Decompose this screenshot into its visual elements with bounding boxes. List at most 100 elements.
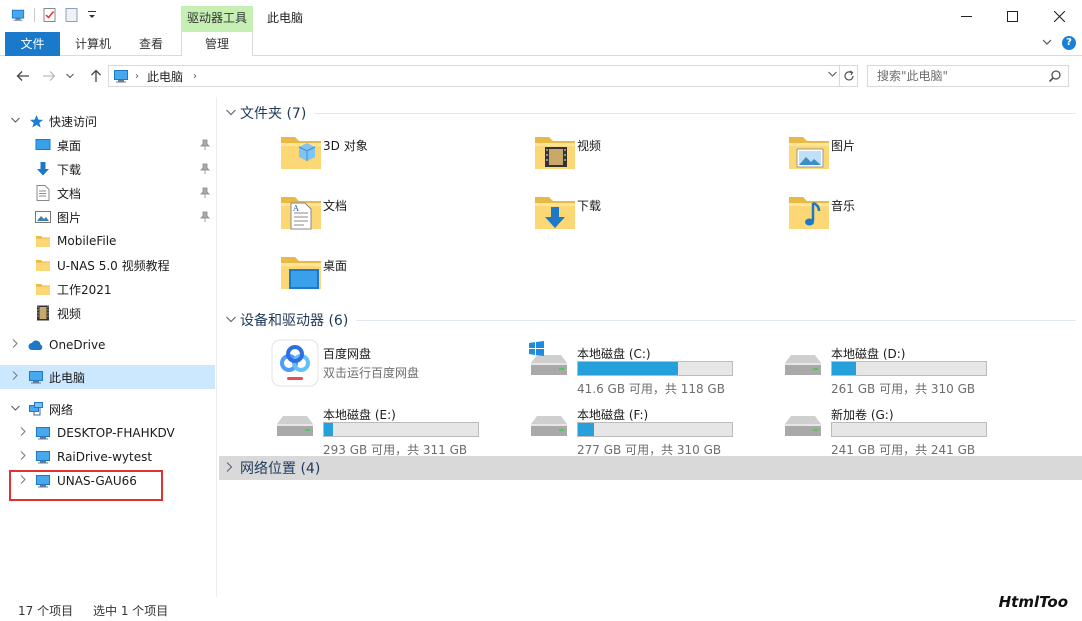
- system-drive-icon: [529, 341, 573, 387]
- sidebar-item-work-2021[interactable]: 工作2021: [0, 277, 215, 301]
- collapse-chevron-icon[interactable]: [226, 108, 238, 119]
- collapse-chevron-icon[interactable]: [226, 315, 238, 326]
- sidebar-item-documents[interactable]: 文档: [0, 181, 215, 205]
- minimize-button[interactable]: [943, 0, 989, 32]
- drive-usage-fill: [578, 423, 595, 436]
- app-baidu-netdisk[interactable]: 百度网盘 双击运行百度网盘: [271, 339, 521, 395]
- sidebar-item-label: U-NAS 5.0 视频教程: [57, 258, 170, 273]
- expand-chevron-icon[interactable]: [10, 339, 20, 351]
- cloud-icon: [28, 337, 44, 353]
- group-header-devices[interactable]: 设备和驱动器 (6): [219, 308, 1082, 332]
- computer-icon: [35, 425, 51, 441]
- folder-3d-objects-icon: [277, 127, 325, 175]
- ribbon-controls: ?: [1042, 36, 1076, 50]
- collapse-chevron-icon[interactable]: [10, 404, 20, 414]
- folder-music[interactable]: 音乐: [785, 187, 1035, 243]
- drive-space-info: 41.6 GB 可用，共 118 GB: [577, 382, 725, 396]
- group-title: 设备和驱动器 (6): [240, 313, 349, 329]
- folder-label: 视频: [577, 139, 602, 153]
- hard-drive-icon: [779, 400, 827, 448]
- folder-3d-objects[interactable]: 3D 对象: [277, 127, 527, 183]
- sidebar-item-downloads[interactable]: 下载: [0, 157, 215, 181]
- folder-pictures[interactable]: 图片: [785, 127, 1035, 183]
- refresh-button[interactable]: [840, 65, 858, 87]
- sidebar-item-mobilefile[interactable]: MobileFile: [0, 229, 215, 253]
- highlight-annotation: [9, 470, 163, 501]
- folder-label: 图片: [831, 139, 856, 153]
- tab-view[interactable]: 查看: [126, 32, 176, 56]
- help-icon[interactable]: ?: [1062, 36, 1076, 50]
- sidebar-item-network[interactable]: 网络: [0, 397, 215, 421]
- drive-f[interactable]: 本地磁盘 (F:) 277 GB 可用，共 310 GB: [525, 400, 775, 457]
- sidebar-item-videos[interactable]: 视频: [0, 301, 215, 325]
- breadcrumb-this-pc[interactable]: 此电脑: [147, 68, 183, 85]
- recent-locations-button[interactable]: [64, 67, 76, 85]
- sidebar-item-label: 工作2021: [57, 282, 112, 297]
- pin-icon[interactable]: [200, 187, 210, 202]
- drive-e[interactable]: 本地磁盘 (E:) 293 GB 可用，共 311 GB: [271, 400, 521, 457]
- sidebar-item-unas-tutorial[interactable]: U-NAS 5.0 视频教程: [0, 253, 215, 277]
- hard-drive-icon: [779, 339, 827, 387]
- close-button[interactable]: [1036, 0, 1082, 32]
- minimize-icon: [960, 15, 972, 17]
- drive-d[interactable]: 本地磁盘 (D:) 261 GB 可用，共 310 GB: [779, 339, 1029, 396]
- back-button[interactable]: [14, 67, 32, 85]
- drive-name: 本地磁盘 (E:): [323, 408, 396, 422]
- sidebar-item-quick-access[interactable]: 快速访问: [0, 109, 215, 133]
- folder-downloads[interactable]: 下载: [531, 187, 781, 243]
- pin-icon[interactable]: [200, 139, 210, 154]
- sidebar-item-onedrive[interactable]: OneDrive: [0, 333, 215, 357]
- sidebar-item-pictures[interactable]: 图片: [0, 205, 215, 229]
- folder-videos[interactable]: 视频: [531, 127, 781, 183]
- folder-music-icon: [785, 187, 833, 235]
- sidebar-item-raidrive-wytest[interactable]: RaiDrive-wytest: [0, 445, 215, 469]
- expand-chevron-icon[interactable]: [18, 427, 28, 439]
- customize-dropdown-icon[interactable]: [87, 8, 97, 22]
- new-folder-icon[interactable]: [65, 8, 81, 22]
- breadcrumb-chevron-icon[interactable]: ›: [193, 71, 197, 82]
- search-input[interactable]: [877, 66, 1047, 86]
- expand-chevron-icon[interactable]: [10, 371, 20, 383]
- expand-chevron-icon[interactable]: [18, 451, 28, 463]
- address-dropdown-icon[interactable]: [828, 70, 837, 80]
- folder-label: 桌面: [323, 259, 348, 273]
- folder-desktop[interactable]: 桌面: [277, 247, 527, 303]
- refresh-icon: [843, 70, 854, 81]
- expand-chevron-icon[interactable]: [226, 461, 238, 475]
- computer-icon[interactable]: [10, 8, 26, 22]
- sidebar-item-desktop-fhahkdv[interactable]: DESKTOP-FHAHKDV: [0, 421, 215, 445]
- breadcrumb-chevron-icon[interactable]: ›: [135, 71, 139, 82]
- collapse-chevron-icon[interactable]: [10, 116, 20, 126]
- pin-icon[interactable]: [200, 163, 210, 178]
- search-box[interactable]: [867, 65, 1069, 87]
- sidebar-item-this-pc[interactable]: 此电脑: [0, 365, 215, 389]
- folder-icon: [35, 281, 51, 297]
- computer-icon: [28, 369, 44, 385]
- folder-documents[interactable]: A 文档: [277, 187, 527, 243]
- drive-usage-bar: [323, 422, 479, 437]
- expand-ribbon-icon[interactable]: [1042, 36, 1052, 50]
- tab-computer[interactable]: 计算机: [66, 32, 120, 56]
- forward-button[interactable]: [40, 67, 58, 85]
- maximize-button[interactable]: [989, 0, 1035, 32]
- folder-videos-icon: [531, 127, 579, 175]
- sidebar-item-label: 网络: [49, 402, 74, 417]
- properties-icon[interactable]: [43, 8, 59, 22]
- drive-space-info: 261 GB 可用，共 310 GB: [831, 382, 976, 396]
- baidu-netdisk-icon: [271, 339, 319, 387]
- sidebar-item-label: 图片: [57, 210, 82, 225]
- group-header-folders[interactable]: 文件夹 (7): [219, 101, 1082, 125]
- search-icon[interactable]: [1048, 69, 1062, 86]
- address-bar[interactable]: › 此电脑 ›: [108, 65, 840, 87]
- ribbon-tabs: 文件 计算机 查看 管理 ?: [0, 32, 1082, 56]
- folder-downloads-icon: [531, 187, 579, 235]
- drive-c[interactable]: 本地磁盘 (C:) 41.6 GB 可用，共 118 GB: [525, 339, 775, 396]
- tab-manage[interactable]: 管理: [181, 32, 253, 56]
- up-button[interactable]: [87, 67, 105, 85]
- toolbar-separator: [34, 8, 35, 22]
- pin-icon[interactable]: [200, 211, 210, 226]
- tab-file[interactable]: 文件: [5, 32, 60, 56]
- sidebar-item-desktop[interactable]: 桌面: [0, 133, 215, 157]
- drive-g[interactable]: 新加卷 (G:) 241 GB 可用，共 241 GB: [779, 400, 1029, 457]
- group-header-network-locations[interactable]: 网络位置 (4): [219, 456, 1082, 480]
